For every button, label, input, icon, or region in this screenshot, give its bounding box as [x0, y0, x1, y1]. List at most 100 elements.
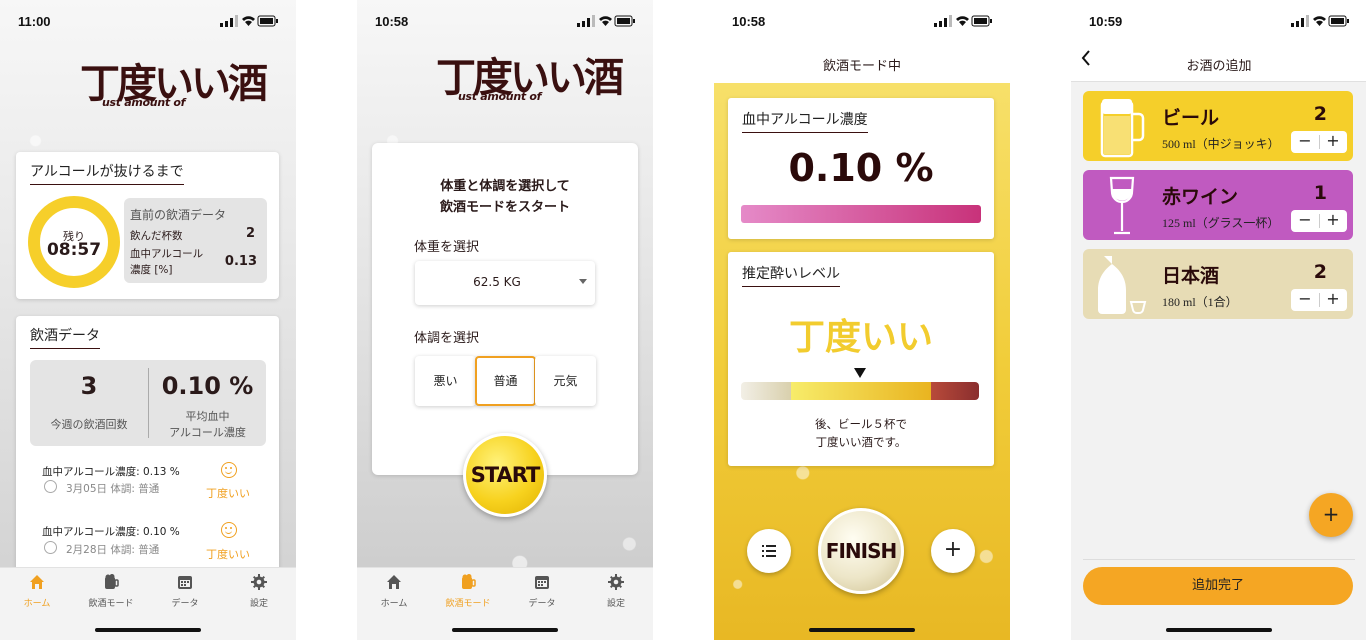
prev-data-title: 直前の飲酒データ	[130, 208, 227, 222]
increment-button[interactable]: +	[1319, 289, 1347, 311]
tab-label: データ	[171, 599, 199, 609]
status-bar: 10:58	[357, 0, 653, 44]
history-status: 丁度いい	[206, 487, 250, 500]
section-title: 推定酔いレベル	[742, 263, 840, 287]
home-indicator	[1166, 628, 1272, 632]
drink-count: 2	[1313, 261, 1327, 283]
bac-bar	[741, 205, 981, 223]
weight-select[interactable]: 62.5 KG	[415, 261, 595, 305]
condition-normal-button[interactable]: 普通	[475, 356, 536, 406]
weight-label: 体重を選択	[414, 240, 480, 255]
tab-drink-mode[interactable]: 飲酒モード	[74, 574, 148, 609]
start-heading-2: 飲酒モードをスタート	[439, 200, 570, 215]
history-status: 丁度いい	[206, 548, 250, 561]
start-form-card: 体重と体調を選択して 飲酒モードをスタート 体重を選択 62.5 KG 体調を選…	[372, 143, 638, 475]
decrement-button[interactable]: −	[1291, 210, 1319, 232]
drink-desc: 500 ml（中ジョッキ）	[1162, 137, 1280, 151]
tab-data[interactable]: データ	[505, 574, 579, 609]
beer-mug-icon	[462, 574, 476, 589]
increment-button[interactable]: +	[1319, 210, 1347, 232]
week-count: 3	[80, 372, 98, 400]
start-screen: 10:58 丁度いい酒 ust amount of 体重と体調を選択して 飲酒モ…	[357, 0, 653, 640]
home-icon	[387, 575, 401, 589]
tab-label: ホーム	[380, 599, 408, 609]
bac-label-unit: 濃度 [%]	[130, 264, 173, 276]
advice-text: 後、ビール５杯で	[815, 417, 907, 431]
alcohol-remaining-card: アルコールが抜けるまで 残り 08:57 直前の飲酒データ 飲んだ杯数 2 血中…	[16, 152, 279, 299]
status-time: 10:58	[732, 14, 766, 29]
bac-value: 0.13	[224, 254, 257, 269]
app-logo: 丁度いい酒 ust amount of	[80, 61, 268, 109]
app-logo: 丁度いい酒 ust amount of	[436, 55, 624, 103]
add-custom-drink-button[interactable]: +	[1309, 493, 1353, 537]
start-button[interactable]: START	[463, 433, 547, 517]
done-button[interactable]: 追加完了	[1083, 567, 1353, 605]
condition-label: 体調を選択	[414, 331, 480, 346]
screen-header: お酒の追加	[1186, 59, 1252, 74]
drink-name: 赤ワイン	[1162, 186, 1239, 208]
tab-drink-mode[interactable]: 飲酒モード	[431, 574, 505, 609]
history-meta: 2月28日 体調: 普通	[66, 544, 160, 556]
quantity-stepper: − +	[1291, 289, 1347, 311]
drink-item-wine[interactable]: 赤ワイン 125 ml（グラス一杯） 1 − +	[1083, 170, 1353, 240]
signal-wifi-battery-icon	[1291, 15, 1349, 27]
beer-mug-icon	[105, 574, 119, 589]
divider	[1083, 559, 1355, 560]
tab-settings[interactable]: 設定	[579, 574, 653, 609]
tab-home[interactable]: ホーム	[357, 574, 431, 609]
decrement-button[interactable]: −	[1291, 131, 1319, 153]
remaining-time: 08:57	[46, 240, 102, 260]
home-indicator	[809, 628, 915, 632]
drinking-mode-screen: 10:58 飲酒モード中 血中アルコール濃度 0.10 % 推定酔いレベル 丁度…	[714, 0, 1010, 640]
drink-item-beer[interactable]: ビール 500 ml（中ジョッキ） 2 − +	[1083, 91, 1353, 161]
remaining-timer-ring: 残り 08:57	[28, 196, 120, 288]
home-indicator	[452, 628, 558, 632]
drink-name: 日本酒	[1162, 265, 1220, 287]
tab-label: 設定	[606, 599, 625, 609]
condition-good-button[interactable]: 元気	[535, 356, 596, 406]
drink-desc: 180 ml（1合）	[1162, 295, 1238, 309]
increment-button[interactable]: +	[1319, 131, 1347, 153]
history-list-button[interactable]	[747, 529, 791, 573]
smile-icon	[221, 522, 237, 538]
add-drink-screen: 10:59 お酒の追加 ビール 500 ml（中ジョッキ） 2 − + 赤ワイン…	[1071, 0, 1366, 640]
bac-card: 血中アルコール濃度 0.10 %	[728, 98, 994, 239]
quantity-stepper: − +	[1291, 131, 1347, 153]
history-bac: 血中アルコール濃度: 0.13 %	[42, 466, 180, 478]
status-time: 10:58	[375, 14, 409, 29]
section-title: 飲酒データ	[30, 325, 100, 349]
bac-value: 0.10 %	[788, 146, 934, 190]
status-bar: 10:58	[714, 0, 1010, 44]
decrement-button[interactable]: −	[1291, 289, 1319, 311]
section-title: アルコールが抜けるまで	[30, 161, 184, 185]
start-heading: 体重と体調を選択して	[440, 179, 570, 194]
tab-label: 飲酒モード	[445, 599, 491, 609]
week-count-label: 今週の飲酒回数	[50, 418, 128, 431]
level-pointer-icon	[854, 368, 866, 378]
finish-button[interactable]: FINISH	[818, 508, 904, 594]
condition-bad-button[interactable]: 悪い	[415, 356, 476, 406]
smile-icon	[221, 462, 237, 478]
drunk-level-value: 丁度いい	[788, 317, 933, 358]
drink-item-sake[interactable]: 日本酒 180 ml（1合） 2 − +	[1083, 249, 1353, 319]
tab-data[interactable]: データ	[148, 574, 222, 609]
sake-bottle-icon	[1098, 256, 1147, 314]
clock-icon	[44, 480, 57, 493]
chevron-down-icon	[579, 279, 587, 284]
list-icon	[762, 545, 776, 557]
tab-settings[interactable]: 設定	[222, 574, 296, 609]
drink-desc: 125 ml（グラス一杯）	[1162, 216, 1280, 230]
status-time: 11:00	[18, 14, 51, 29]
average-bac-label: 平均血中	[185, 410, 230, 423]
beer-mug-icon	[1100, 99, 1145, 158]
add-drink-button[interactable]: +	[931, 529, 975, 573]
tab-home[interactable]: ホーム	[0, 574, 74, 609]
home-indicator	[95, 628, 201, 632]
cups-label: 飲んだ杯数	[130, 230, 183, 242]
tab-label: データ	[528, 599, 556, 609]
advice-text-2: 丁度いい酒です。	[815, 435, 907, 449]
tab-label: 飲酒モード	[88, 599, 134, 609]
history-bac: 血中アルコール濃度: 0.10 %	[42, 526, 180, 538]
gear-icon	[251, 574, 267, 590]
tab-bar: ホーム 飲酒モード データ 設定	[0, 567, 296, 640]
